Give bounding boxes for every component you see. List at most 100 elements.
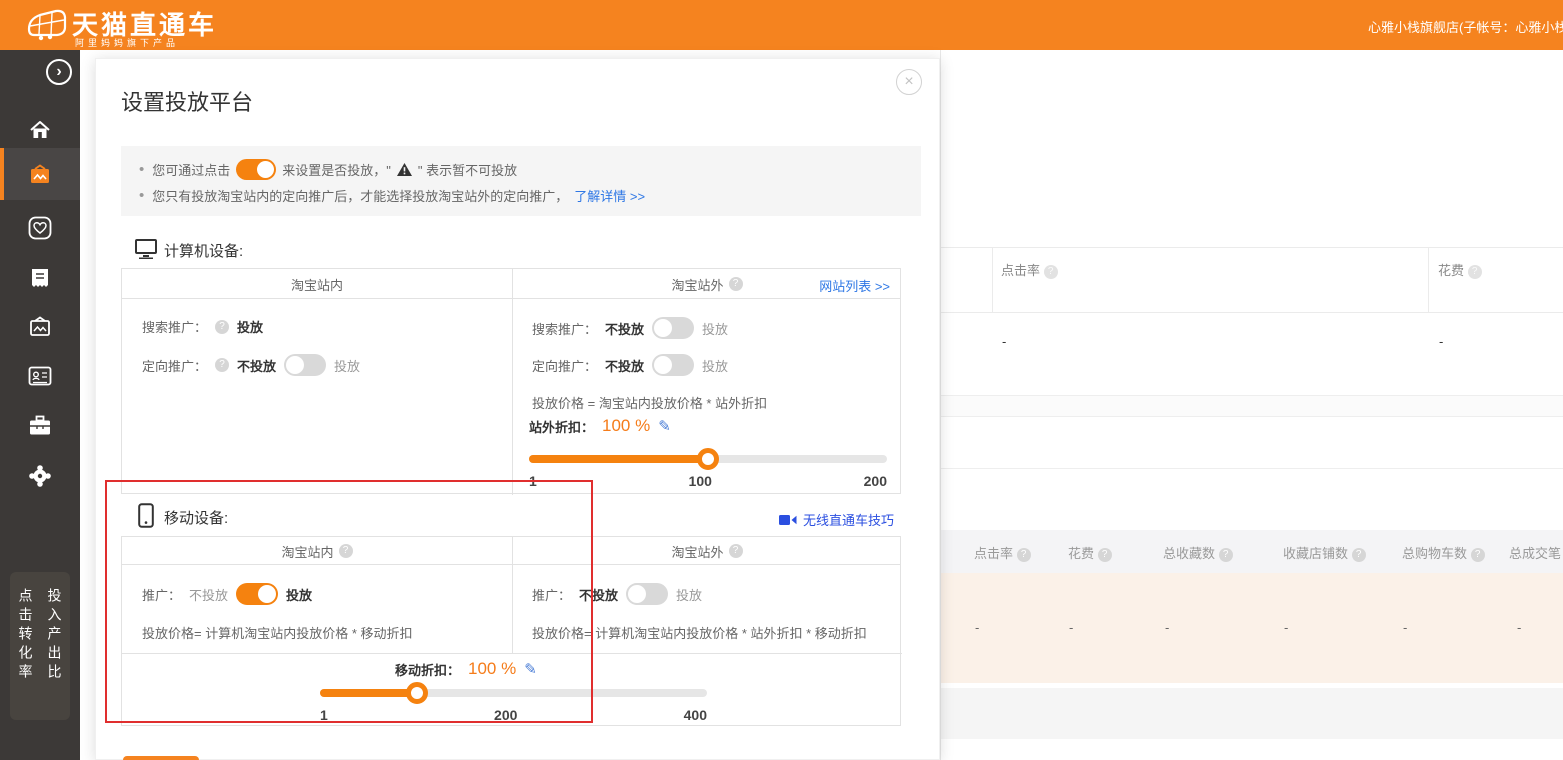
sidebar-item-favorites[interactable] <box>0 208 80 248</box>
modal-title: 设置投放平台 <box>121 85 253 117</box>
close-icon[interactable]: × <box>896 69 922 95</box>
stats-divider <box>992 247 993 313</box>
sidebar-item-home[interactable] <box>0 110 80 150</box>
report-row-highlight <box>941 573 1563 683</box>
help-icon[interactable] <box>215 358 229 372</box>
sidebar-metrics-box[interactable]: 点击转化率 投入产出比 <box>10 572 70 720</box>
edit-pencil-icon[interactable]: ✎ <box>658 417 671 435</box>
help-icon[interactable] <box>729 544 743 558</box>
col-header-favorites: 总收藏数 <box>1163 543 1233 562</box>
heart-icon <box>27 215 53 241</box>
mobile-in-promo-row: 推广： 不投放 投放 <box>142 583 312 605</box>
sidebar-item-report[interactable] <box>0 258 80 298</box>
wireless-tips-link[interactable]: 无线直通车技巧 <box>779 510 894 529</box>
slider-fill <box>320 689 417 697</box>
offsite-slider-ticks: 1 100 200 <box>529 473 887 489</box>
mobile-out-promo-toggle[interactable] <box>626 583 668 605</box>
pc-out-search-toggle[interactable] <box>652 317 694 339</box>
mobile-table-header: 淘宝站内 淘宝站外 <box>122 537 900 565</box>
mobile-in-promo-toggle[interactable] <box>236 583 278 605</box>
account-name[interactable]: 心雅小栈旗舰店(子帐号：心雅小栈 <box>1368 17 1563 36</box>
mobile-discount-value: 100 % <box>468 659 516 679</box>
row-divider <box>122 653 902 654</box>
pc-out-target-toggle[interactable] <box>652 354 694 376</box>
mobile-section-title: 移动设备: <box>164 507 228 528</box>
videocam-icon <box>779 514 797 526</box>
dashboard-panel: 点击率 - 花费 - 点击率 花费 总收藏数 收藏店铺数 总购物车数 总成交笔 <box>940 50 1563 760</box>
col-header-cost: 花费 <box>1068 543 1112 562</box>
col-header-deals: 总成交笔 <box>1509 543 1561 562</box>
stat-clickrate-label: 点击率 <box>1001 263 1040 278</box>
sidebar: › <box>0 50 80 760</box>
offsite-discount-value: 100 % <box>602 416 650 436</box>
divider-band <box>941 395 1563 417</box>
mobile-discount-slider[interactable] <box>320 689 707 697</box>
home-icon <box>28 118 52 142</box>
pc-in-target-toggle[interactable] <box>284 354 326 376</box>
help-icon[interactable] <box>1219 548 1233 562</box>
help-icon[interactable] <box>1098 548 1112 562</box>
col-taobao-out: 淘宝站外 <box>512 537 902 565</box>
mobile-out-price-formula: 投放价格= 计算机淘宝站内投放价格 * 站外折扣 * 移动折扣 <box>532 623 867 642</box>
slider-handle[interactable] <box>697 448 719 470</box>
learn-more-link[interactable]: 了解详情 >> <box>574 186 645 205</box>
sidebar-expand-button[interactable]: › <box>46 59 72 85</box>
cell-value: - <box>1069 620 1073 635</box>
help-icon[interactable] <box>729 277 743 291</box>
help-icon[interactable] <box>1017 548 1031 562</box>
offsite-discount-row: 站外折扣： 100 % ✎ <box>529 416 671 436</box>
receipt-icon <box>28 266 52 290</box>
top-header: 天猫直通车 阿里妈妈旗下产品 心雅小栈旗舰店(子帐号：心雅小栈 <box>0 0 1563 50</box>
report-row-empty <box>941 688 1563 739</box>
computer-icon <box>134 238 158 259</box>
stat-cost-value: - <box>1439 334 1443 349</box>
cell-value: - <box>1403 620 1407 635</box>
sidebar-item-tools[interactable] <box>0 406 80 446</box>
sidebar-item-creative[interactable] <box>0 308 80 348</box>
cell-value: - <box>1165 620 1169 635</box>
pc-out-search-row: 搜索推广： 不投放 投放 <box>532 317 728 339</box>
sidebar-item-campaign-active[interactable] <box>0 156 80 196</box>
help-icon[interactable] <box>1044 265 1058 279</box>
slider-handle[interactable] <box>406 682 428 704</box>
mobile-out-promo-row: 推广： 不投放 投放 <box>532 583 702 605</box>
sidebar-item-media[interactable] <box>0 456 80 496</box>
set-platform-modal: × 设置投放平台 您可通过点击 来设置是否投放，" " 表示暂不可投放 您只有投… <box>95 58 940 760</box>
stats-divider <box>1428 247 1429 313</box>
help-icon[interactable] <box>215 320 229 334</box>
col-header-carts: 总购物车数 <box>1402 543 1485 562</box>
cell-value: - <box>1284 620 1288 635</box>
help-icon[interactable] <box>1352 548 1366 562</box>
help-icon[interactable] <box>1471 548 1485 562</box>
site-list-link[interactable]: 网站列表 >> <box>819 276 890 295</box>
sidebar-item-account-card[interactable] <box>0 356 80 396</box>
notice-line-1: 您可通过点击 来设置是否投放，" " 表示暂不可投放 <box>139 156 903 182</box>
confirm-button[interactable] <box>123 756 199 760</box>
divider-line <box>941 468 1563 469</box>
computer-table: 淘宝站内 淘宝站外 网站列表 >> 搜索推广： 投放 定向推广： 不投放 投放 <box>121 268 901 494</box>
logo-train-icon[interactable] <box>26 7 68 43</box>
stat-clickrate: 点击率 <box>1001 260 1058 279</box>
mobile-discount-row: 移动折扣： 100 % ✎ <box>395 659 537 679</box>
stat-clickrate-value: - <box>1002 334 1006 349</box>
stat-cost: 花费 <box>1438 260 1482 279</box>
slider-fill <box>529 455 708 463</box>
briefcase-icon <box>27 414 53 438</box>
edit-pencil-icon[interactable]: ✎ <box>524 660 537 678</box>
notice-box: 您可通过点击 来设置是否投放，" " 表示暂不可投放 您只有投放淘宝站内的定向推… <box>121 146 921 216</box>
notice-line-2: 您只有投放淘宝站内的定向推广后，才能选择投放淘宝站外的定向推广， 了解详情 >> <box>139 182 903 208</box>
warning-icon <box>397 163 412 176</box>
offsite-discount-slider[interactable] <box>529 455 887 463</box>
col-taobao-in: 淘宝站内 <box>122 537 512 565</box>
column-divider <box>512 269 513 495</box>
pc-in-search-row: 搜索推广： 投放 <box>142 317 263 336</box>
help-icon[interactable] <box>1468 265 1482 279</box>
cell-value: - <box>975 620 979 635</box>
col-header-shop-favorites: 收藏店铺数 <box>1283 543 1366 562</box>
pc-out-price-formula: 投放价格 = 淘宝站内投放价格 * 站外折扣 <box>532 393 767 412</box>
stats-row <box>941 247 1563 313</box>
help-icon[interactable] <box>339 544 353 558</box>
cell-value: - <box>1517 620 1521 635</box>
metric-roi: 投入产出比 <box>45 588 65 720</box>
example-toggle-icon <box>236 159 276 180</box>
